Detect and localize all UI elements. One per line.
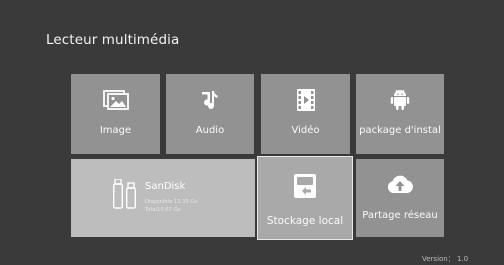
version-label: Version： 1.0 [422,255,469,263]
usb-free-space: Disponible 13.35 Go [145,199,198,205]
cloud-upload-icon [356,171,444,197]
usb-total-space: Total15.67 Go [145,207,181,213]
tile-local-storage-label: Stockage local [266,215,344,227]
music-icon [166,87,254,113]
image-icon [71,87,160,113]
tile-image[interactable]: Image [71,74,160,154]
tile-network-share[interactable]: Partage réseau [356,159,444,237]
tile-package-label: package d'instal [359,125,441,136]
tile-video-label: Vidéo [291,125,320,136]
tile-usb-sandisk[interactable]: SanDisk Disponible 13.35 Go Total15.67 G… [71,159,255,237]
local-storage-icon [258,173,352,199]
tile-audio-label: Audio [195,125,225,136]
tile-local-storage[interactable]: Stockage local [257,156,353,240]
video-icon [261,87,350,113]
android-icon [356,87,444,113]
tile-network-share-label: Partage réseau [362,210,438,221]
page-title: Lecteur multimédia [46,32,180,48]
tile-audio[interactable]: Audio [166,74,254,154]
tile-package[interactable]: package d'instal [356,74,444,154]
usb-drive-icon [112,178,139,213]
usb-device-name: SanDisk [145,181,186,192]
tile-video[interactable]: Vidéo [261,74,350,154]
tile-image-label: Image [99,125,132,136]
